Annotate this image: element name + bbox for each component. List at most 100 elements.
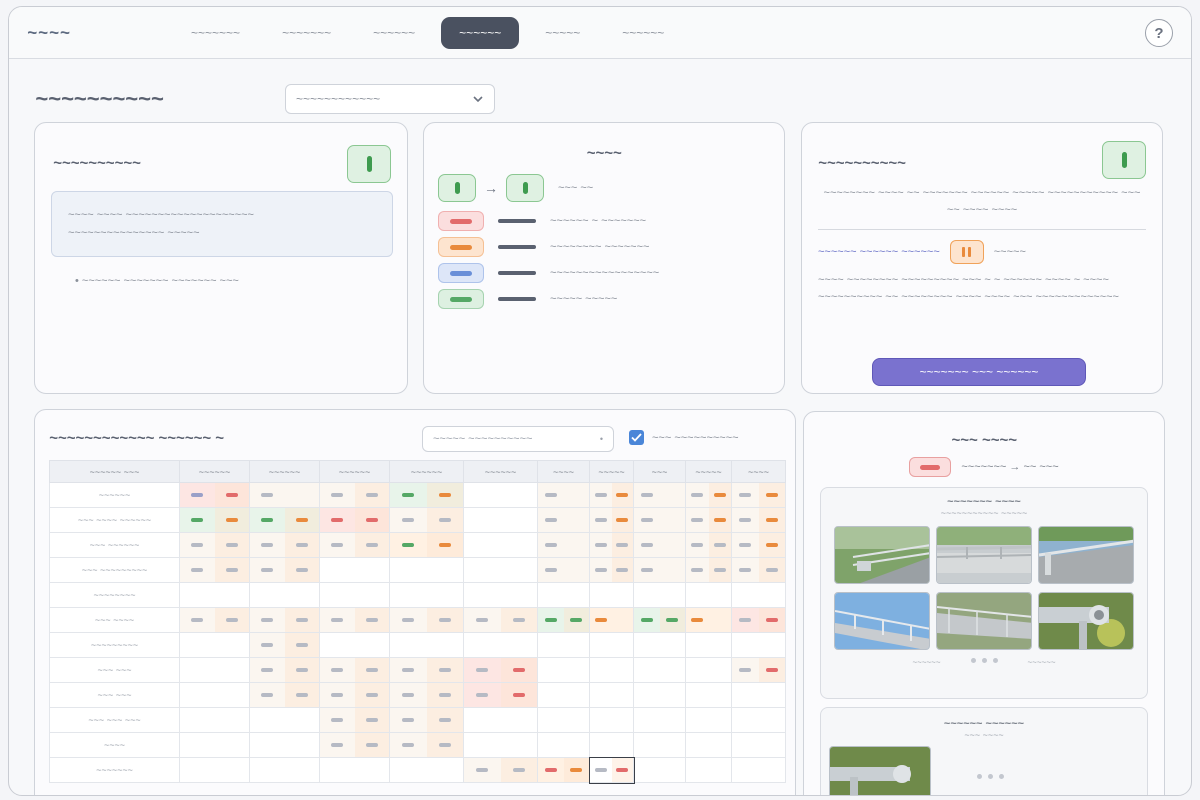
nav-tab-3[interactable]: ~~~~~~ [357,17,431,49]
matrix-cell[interactable] [463,557,538,583]
matrix-column-header[interactable]: ~~~ [633,460,686,483]
matrix-cell[interactable] [463,632,538,658]
matrix-cell[interactable] [249,532,320,558]
matrix-checkbox[interactable] [629,430,644,445]
matrix-cell[interactable] [389,657,464,683]
matrix-column-header[interactable]: ~~~~~~ [249,460,320,483]
matrix-cell[interactable] [731,482,786,508]
matrix-cell[interactable] [731,657,786,683]
matrix-cell[interactable] [685,757,732,783]
matrix-cell[interactable] [463,582,538,608]
matrix-cell[interactable] [319,532,390,558]
matrix-cell[interactable] [249,682,320,708]
matrix-cell[interactable] [589,657,634,683]
matrix-cell[interactable] [463,757,538,783]
matrix-cell[interactable] [685,532,732,558]
matrix-cell[interactable] [589,632,634,658]
matrix-cell[interactable] [633,732,686,758]
matrix-cell[interactable] [463,507,538,533]
matrix-cell[interactable] [179,657,250,683]
matrix-cell[interactable] [463,657,538,683]
matrix-cell[interactable] [685,507,732,533]
matrix-cell[interactable] [731,532,786,558]
matrix-cell[interactable] [633,582,686,608]
matrix-cell[interactable] [463,682,538,708]
matrix-cell[interactable] [179,707,250,733]
matrix-cell[interactable] [249,482,320,508]
matrix-row[interactable]: ~~~~~~~~ [49,582,786,608]
matrix-cell[interactable] [633,682,686,708]
matrix-row[interactable]: ~~~~ [49,732,786,758]
matrix-column-header[interactable]: ~~~~~~ [319,460,390,483]
matrix-cell[interactable] [249,732,320,758]
bridge-photo-7[interactable] [829,746,931,795]
matrix-cell[interactable] [589,507,634,533]
matrix-cell[interactable] [537,582,590,608]
details-link[interactable]: ~~~~~~ ~~~~~~ ~~~~~~ [818,246,940,258]
matrix-cell[interactable] [249,582,320,608]
matrix-cell[interactable] [731,607,786,633]
matrix-cell[interactable] [319,632,390,658]
matrix-cell[interactable] [389,732,464,758]
matrix-cell[interactable] [319,657,390,683]
help-icon[interactable]: ? [1145,19,1173,47]
matrix-cell[interactable] [633,757,686,783]
matrix-row[interactable]: ~~~~~~~~~ [49,632,786,658]
matrix-cell[interactable] [389,757,464,783]
matrix-filter-select[interactable]: ~~~~~ ~~~~~~~~~~ • [422,426,614,452]
matrix-row[interactable]: ~~~ ~~~ [49,657,786,683]
matrix-cell[interactable] [389,507,464,533]
matrix-cell[interactable] [685,557,732,583]
matrix-cell[interactable] [589,482,634,508]
matrix-cell[interactable] [179,682,250,708]
matrix-cell[interactable] [249,557,320,583]
matrix-cell[interactable] [179,557,250,583]
matrix-cell[interactable] [179,482,250,508]
matrix-cell[interactable] [633,482,686,508]
matrix-row[interactable]: ~~~ ~~~ [49,682,786,708]
matrix-cell[interactable] [589,607,634,633]
matrix-column-header[interactable]: ~~~~~~ [389,460,464,483]
matrix-cell[interactable] [633,532,686,558]
matrix-cell[interactable] [389,557,464,583]
matrix-cell[interactable] [463,532,538,558]
matrix-cell[interactable] [685,582,732,608]
matrix-cell[interactable] [588,756,635,784]
matrix-cell[interactable] [463,732,538,758]
bridge-photo-1[interactable] [834,526,930,584]
matrix-row[interactable]: ~~~ ~~~~ [49,607,786,633]
matrix-cell[interactable] [319,757,390,783]
matrix-cell[interactable] [589,582,634,608]
matrix-column-header[interactable]: ~~~~ [731,460,786,483]
matrix-cell[interactable] [319,682,390,708]
matrix-cell[interactable] [685,482,732,508]
matrix-cell[interactable] [179,532,250,558]
matrix-row[interactable]: ~~~ ~~~~~~~~~ [49,557,786,583]
primary-action-button[interactable]: ~~~~~~~ ~~~ ~~~~~~ [872,358,1086,386]
matrix-cell[interactable] [589,707,634,733]
bridge-photo-5[interactable] [936,592,1032,650]
matrix-cell[interactable] [249,507,320,533]
matrix-cell[interactable] [731,757,786,783]
matrix-cell[interactable] [685,657,732,683]
nav-tab-6[interactable]: ~~~~~~ [606,17,680,49]
matrix-cell[interactable] [319,607,390,633]
pagination-dots[interactable] [970,658,998,667]
matrix-row[interactable]: ~~~~~~~ [49,756,786,784]
matrix-cell[interactable] [537,607,590,633]
matrix-cell[interactable] [731,682,786,708]
matrix-cell[interactable] [389,632,464,658]
matrix-cell[interactable] [179,732,250,758]
matrix-cell[interactable] [389,532,464,558]
matrix-cell[interactable] [389,707,464,733]
matrix-row[interactable]: ~~~~~~ [49,482,786,508]
matrix-cell[interactable] [633,507,686,533]
matrix-row[interactable]: ~~~ ~~~ ~~~ [49,707,786,733]
matrix-cell[interactable] [179,632,250,658]
matrix-cell[interactable] [537,482,590,508]
matrix-cell[interactable] [319,557,390,583]
matrix-column-header[interactable]: ~~~~~~ [179,460,250,483]
nav-tab-5[interactable]: ~~~~~ [529,17,596,49]
matrix-cell[interactable] [463,482,538,508]
matrix-cell[interactable] [179,757,250,783]
